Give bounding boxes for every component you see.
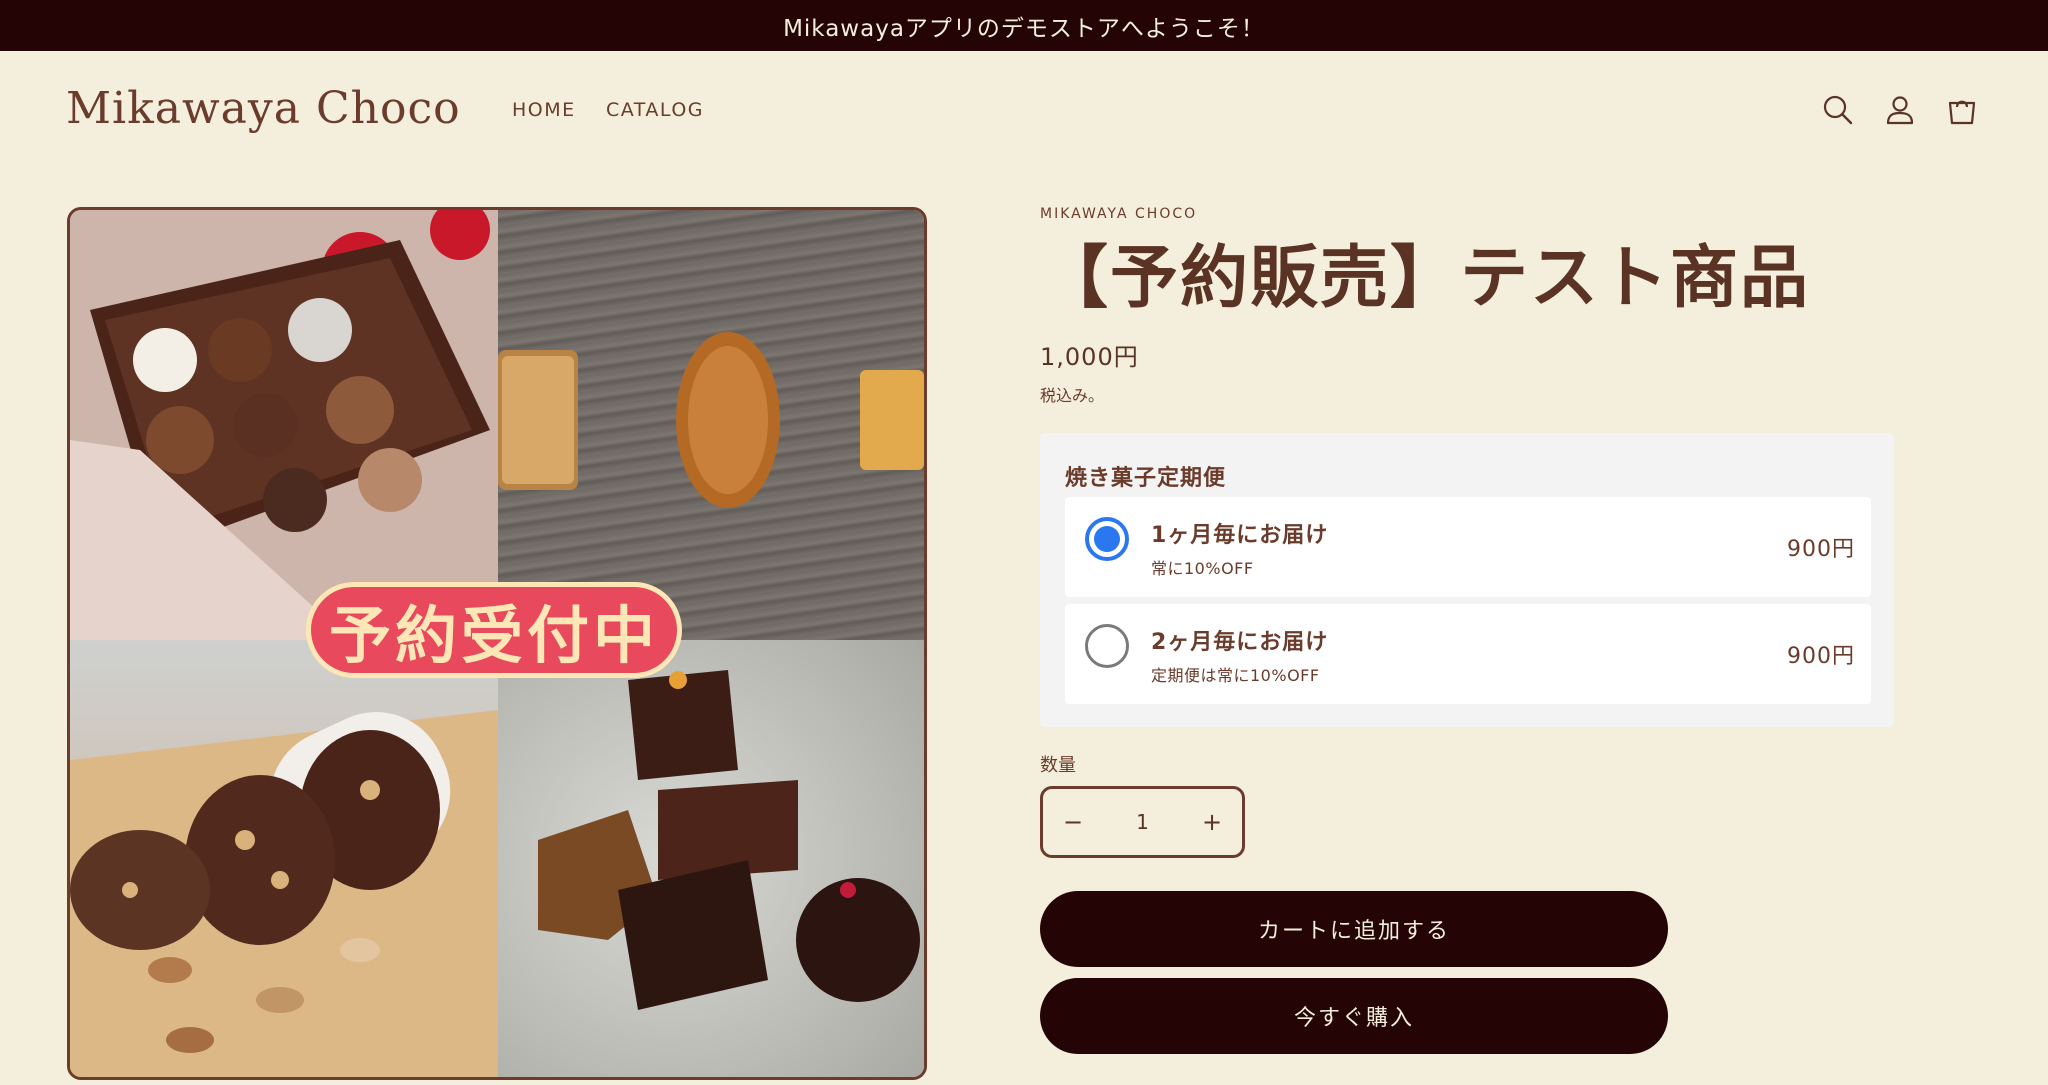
quantity-increase-button[interactable]: + <box>1182 789 1242 855</box>
plan-name: 2ヶ月毎にお届け <box>1151 630 1329 655</box>
announcement-bar: Mikawayaアプリのデモストアへようこそ！ <box>0 0 2048 51</box>
plan-price: 900円 <box>1787 537 1855 562</box>
cart-icon[interactable] <box>1946 94 1978 126</box>
subscription-plan-2-option[interactable]: 2ヶ月毎にお届け 定期便は常に10%OFF 900円 <box>1065 604 1871 704</box>
chocolate-box-photo <box>70 210 498 640</box>
add-to-cart-button[interactable]: カートに追加する <box>1040 891 1668 967</box>
plan-price: 900円 <box>1787 644 1855 669</box>
reservation-badge: 予約受付中 <box>306 582 682 678</box>
nav-home[interactable]: HOME <box>512 99 576 121</box>
quantity-decrease-button[interactable]: − <box>1043 789 1103 855</box>
search-icon[interactable] <box>1822 94 1854 126</box>
subscription-widget: 焼き菓子定期便 1ヶ月毎にお届け 常に10%OFF 900円 2ヶ月毎にお届け … <box>1040 433 1894 727</box>
quantity-input[interactable]: 1 <box>1103 789 1182 855</box>
account-icon[interactable] <box>1884 94 1916 126</box>
product-price: 1,000円 <box>1040 343 1139 371</box>
announcement-text: Mikawayaアプリのデモストアへようこそ！ <box>783 15 1265 42</box>
plan-note: 定期便は常に10%OFF <box>1151 666 1320 685</box>
product-image[interactable]: 予約受付中 <box>67 207 927 1080</box>
product-title: 【予約販売】テスト商品 <box>1040 238 1811 318</box>
store-logo[interactable]: Mikawaya Choco <box>66 83 461 134</box>
bonbons-photo <box>498 640 924 1077</box>
baked-sweets-photo <box>498 210 924 640</box>
subscription-title: 焼き菓子定期便 <box>1065 466 1227 491</box>
quantity-label: 数量 <box>1040 755 1076 776</box>
tax-note: 税込み。 <box>1040 386 1105 405</box>
quantity-stepper: − 1 + <box>1040 786 1245 858</box>
radio-unselected-icon[interactable] <box>1085 624 1129 668</box>
plan-name: 1ヶ月毎にお届け <box>1151 523 1329 548</box>
plan-note: 常に10%OFF <box>1151 559 1254 578</box>
chocolate-salami-photo <box>70 640 498 1077</box>
subscription-plan-1-option[interactable]: 1ヶ月毎にお届け 常に10%OFF 900円 <box>1065 497 1871 597</box>
radio-selected-icon[interactable] <box>1085 517 1129 561</box>
site-header: Mikawaya Choco HOME CATALOG <box>0 51 2048 175</box>
buy-now-button[interactable]: 今すぐ購入 <box>1040 978 1668 1054</box>
product-vendor: MIKAWAYA CHOCO <box>1040 206 1198 222</box>
nav-catalog[interactable]: CATALOG <box>606 99 704 121</box>
